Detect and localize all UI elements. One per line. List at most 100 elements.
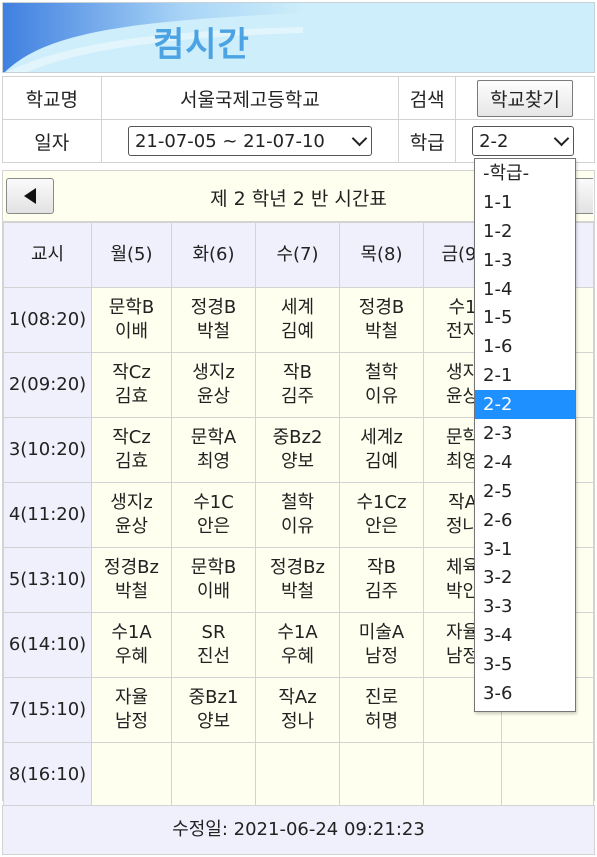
teacher-name: 허명 xyxy=(364,711,399,732)
class-cell: 철학 이유 xyxy=(255,482,340,548)
class-label: 학급 xyxy=(398,119,457,163)
class-dropdown-list[interactable]: -학급- 1-1 1-2 1-3 1-4 1-5 1-6 2-1 2-2 2-3 2-4 2-5 2-6… xyxy=(474,158,576,712)
teacher-name: 이유 xyxy=(364,386,399,407)
subject-name: 작Cz xyxy=(112,362,151,383)
class-option[interactable]: 3-1 xyxy=(475,535,575,564)
teacher-name: 안은 xyxy=(196,516,231,537)
teacher-name: 정나 xyxy=(280,711,315,732)
class-cell: 세계 김예 xyxy=(255,287,340,353)
subject-name: 작B xyxy=(367,557,396,578)
class-cell: 진로허명 xyxy=(339,677,424,743)
subject-name: 세계z xyxy=(360,427,403,448)
school-name-value: 서울국제고등학교 xyxy=(100,76,400,120)
period-label: 4(11:20) xyxy=(3,482,92,548)
class-option[interactable]: 2-2 xyxy=(475,390,575,420)
class-option[interactable]: 3-3 xyxy=(475,592,575,621)
teacher-name: 김예 xyxy=(364,451,399,472)
teacher-name: 김예 xyxy=(280,321,315,342)
class-cell: 중Bz2 양보 xyxy=(255,417,340,483)
class-option[interactable]: 1-6 xyxy=(475,332,575,361)
teacher-name: 김주 xyxy=(364,581,399,602)
period-label: 5(13:10) xyxy=(3,547,92,613)
class-cell: 생지z 윤상 xyxy=(171,352,256,418)
date-select[interactable]: 21-07-05 ~ 21-07-10 xyxy=(127,126,372,156)
class-cell: 작B 김주 xyxy=(255,352,340,418)
subject-name: 철학 xyxy=(280,492,315,513)
class-cell xyxy=(91,742,172,808)
modified-date: 수정일: 2021-06-24 09:21:23 xyxy=(2,805,595,855)
find-school-cell: 학교찾기 xyxy=(455,76,595,120)
class-option[interactable]: 3-4 xyxy=(475,621,575,650)
class-cell: 생지z 윤상 xyxy=(91,482,172,548)
day-header: 화(6) xyxy=(171,222,256,288)
subject-name: 문학B xyxy=(108,297,155,318)
period-label: 8(16:10) xyxy=(3,742,92,808)
class-option[interactable]: 2-5 xyxy=(475,477,575,506)
subject-name: 정경Bz xyxy=(270,557,325,578)
subject-name: 미술A xyxy=(358,622,405,643)
class-option[interactable]: 1-2 xyxy=(475,217,575,246)
subject-name: 문학B xyxy=(190,557,237,578)
class-cell: 정경B 박철 xyxy=(171,287,256,353)
teacher-name: 박철 xyxy=(364,321,399,342)
class-option[interactable]: 3-6 xyxy=(475,679,575,708)
subject-name: 자율 xyxy=(114,687,149,708)
class-cell: 작B 김주 xyxy=(339,547,424,613)
subject-name: 수1Cz xyxy=(356,492,407,513)
subject-name: 정경B xyxy=(190,297,237,318)
period-label: 6(14:10) xyxy=(3,612,92,678)
find-school-button[interactable]: 학교찾기 xyxy=(477,79,573,117)
class-option[interactable]: 3-5 xyxy=(475,650,575,679)
class-option[interactable]: 2-3 xyxy=(475,419,575,448)
teacher-name: 박철 xyxy=(196,321,231,342)
date-select-cell: 21-07-05 ~ 21-07-10 xyxy=(100,119,400,163)
subject-name: 생지z xyxy=(110,492,153,513)
class-cell: 미술A 남정 xyxy=(339,612,424,678)
class-cell xyxy=(171,742,256,808)
subject-name: 문학A xyxy=(190,427,237,448)
period-label: 2(09:20) xyxy=(3,352,92,418)
subject-name: 진로 xyxy=(364,687,399,708)
class-option[interactable]: 2-6 xyxy=(475,506,575,535)
class-option[interactable]: 1-5 xyxy=(475,303,575,332)
teacher-name: 김효 xyxy=(114,386,149,407)
class-cell: 중Bz1 양보 xyxy=(171,677,256,743)
chevron-down-icon xyxy=(351,130,368,146)
day-header: 월(5) xyxy=(91,222,172,288)
school-info-table: 학교명 서울국제고등학교 검색 학교찾기 일자 21-07-05 ~ 21-07… xyxy=(2,76,595,163)
teacher-name: 윤상 xyxy=(196,386,231,407)
class-option[interactable]: 1-3 xyxy=(475,246,575,275)
subject-name: 철학 xyxy=(364,362,399,383)
subject-name: 수1C xyxy=(193,492,234,513)
class-option[interactable]: 1-4 xyxy=(475,275,575,304)
teacher-name: 김주 xyxy=(280,386,315,407)
class-cell xyxy=(339,742,424,808)
teacher-name: 남정 xyxy=(364,646,399,667)
class-option[interactable]: 1-1 xyxy=(475,188,575,217)
class-option[interactable]: 3-2 xyxy=(475,563,575,592)
class-cell: 정경B 박철 xyxy=(339,287,424,353)
class-cell xyxy=(501,742,594,808)
class-cell: 문학B 이배 xyxy=(91,287,172,353)
class-option[interactable]: -학급- xyxy=(475,159,575,188)
subject-name: 중Bz1 xyxy=(188,687,239,708)
teacher-name: 남정 xyxy=(114,711,149,732)
next-week-button[interactable] xyxy=(573,178,593,214)
period-label: 7(15:10) xyxy=(3,677,92,743)
subject-name: 중Bz2 xyxy=(272,427,323,448)
teacher-name: 최영 xyxy=(196,451,231,472)
teacher-name: 우혜 xyxy=(280,646,315,667)
class-select[interactable]: 2-2 xyxy=(472,126,575,156)
class-option[interactable]: 2-1 xyxy=(475,361,575,390)
teacher-name: 김효 xyxy=(114,451,149,472)
class-cell: 작Cz 김효 xyxy=(91,417,172,483)
class-option[interactable]: 2-4 xyxy=(475,448,575,477)
class-cell: 작Cz 김효 xyxy=(91,352,172,418)
teacher-name: 박철 xyxy=(280,581,315,602)
class-select-value: 2-2 xyxy=(479,130,509,152)
class-cell: 문학A 최영 xyxy=(171,417,256,483)
class-cell xyxy=(255,742,340,808)
subject-name: 작Az xyxy=(278,687,317,708)
teacher-name: 진선 xyxy=(196,646,231,667)
search-label: 검색 xyxy=(398,76,457,120)
